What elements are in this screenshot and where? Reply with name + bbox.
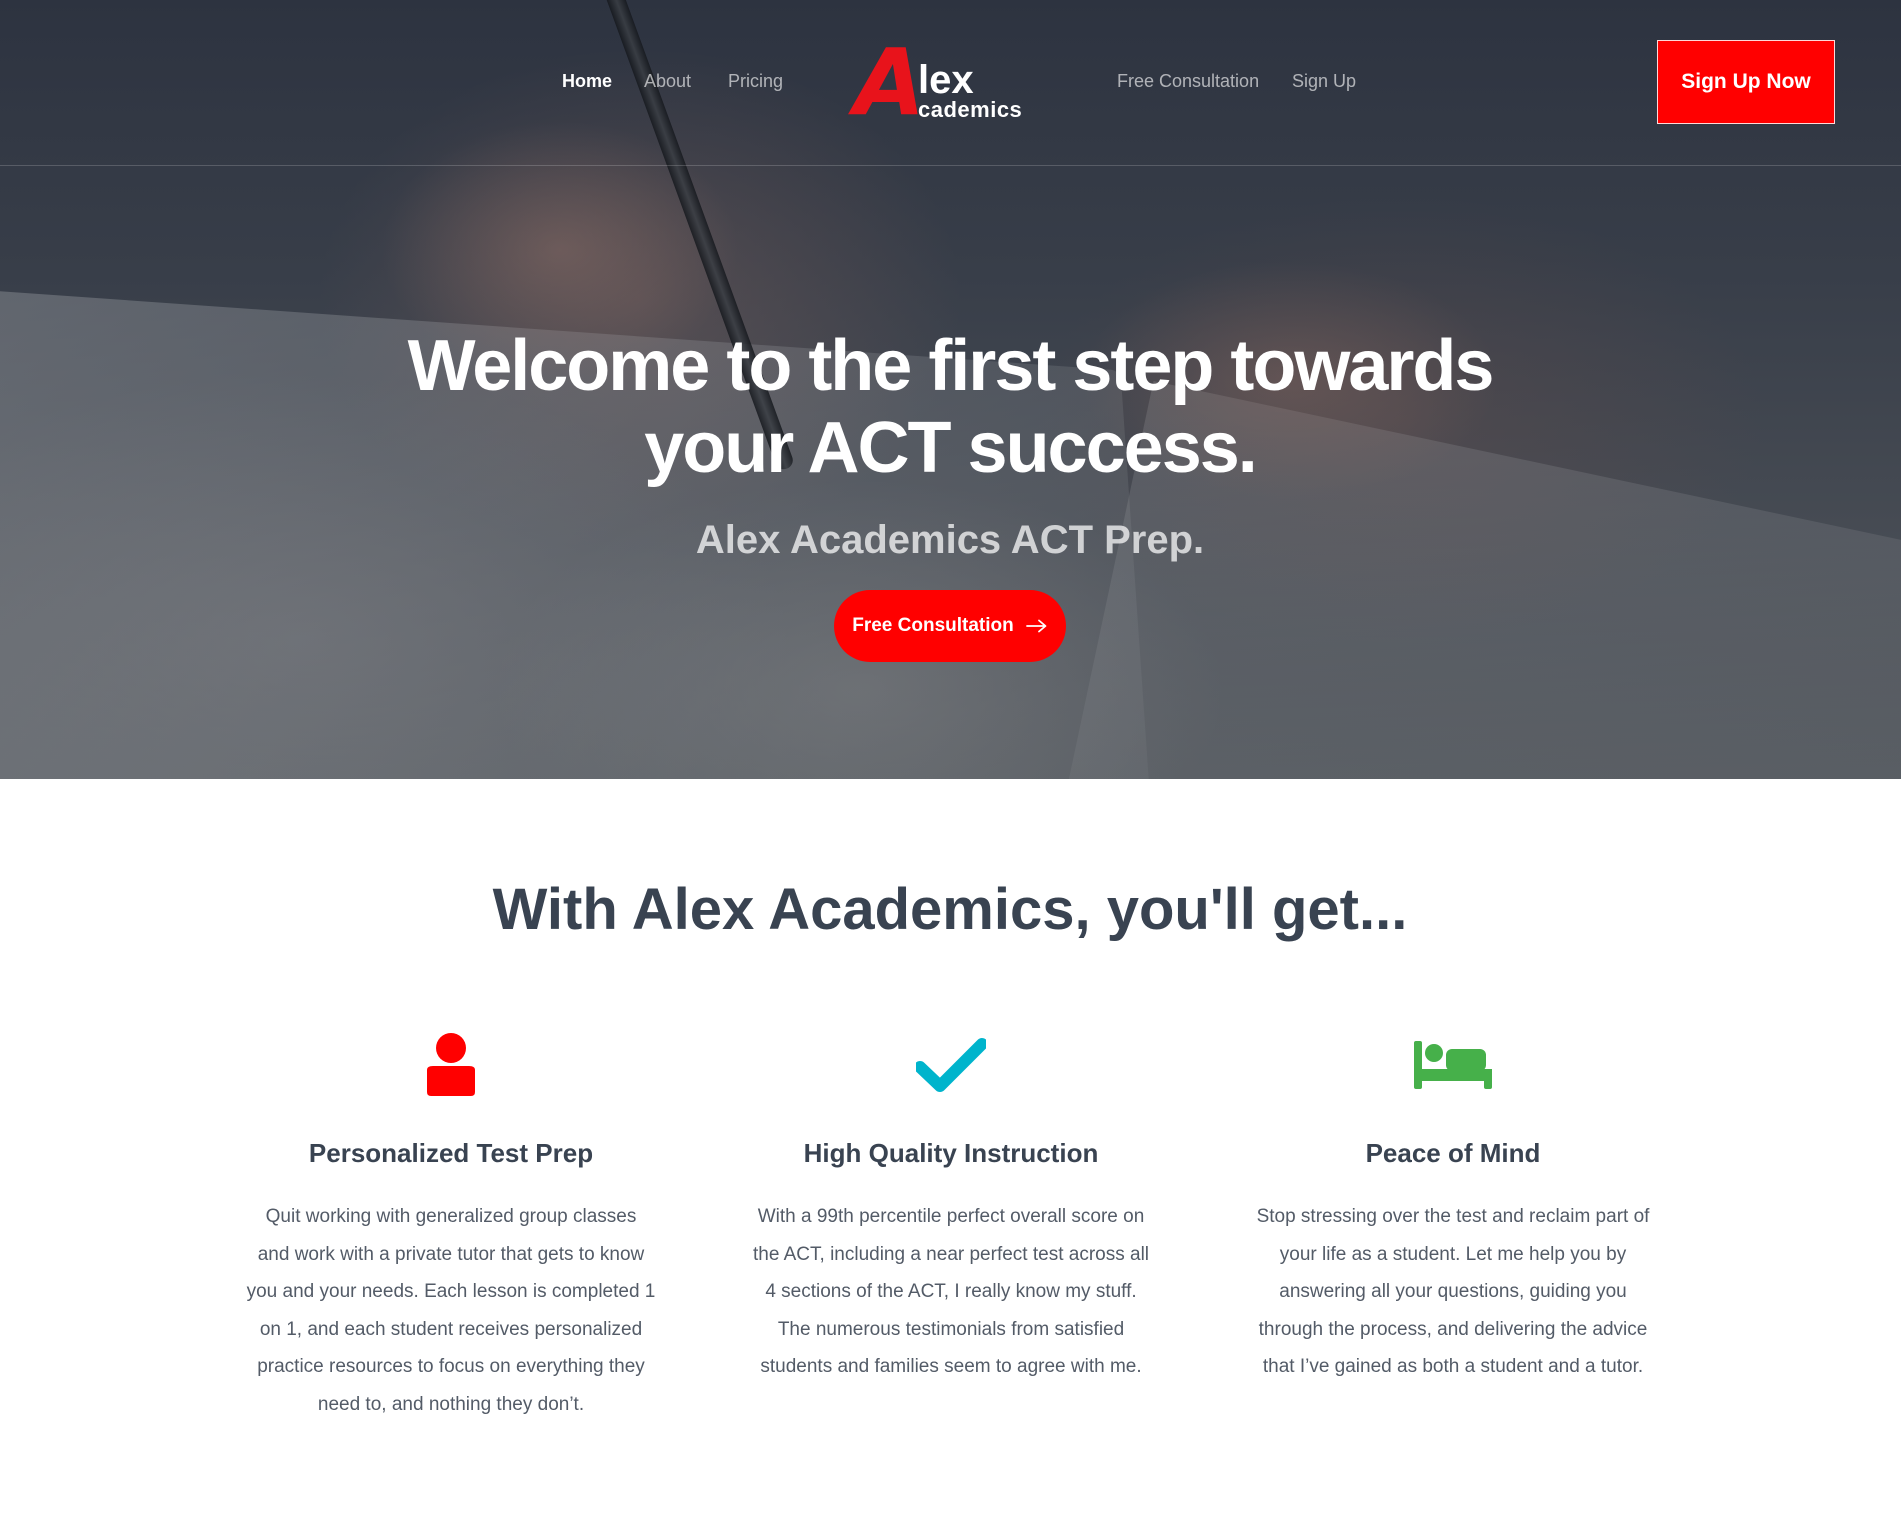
feature-peace-of-mind: Peace of Mind Stop stressing over the te…: [1243, 1030, 1663, 1386]
feature-text-line: students and families seem to agree with…: [760, 1356, 1142, 1377]
feature-text-line: Stop stressing over the test and reclaim…: [1256, 1206, 1650, 1227]
logo-text-lex: lex: [918, 58, 974, 102]
hero-title-line-1: Welcome to the first step towards: [407, 326, 1495, 406]
feature-text-line: With a 99th percentile perfect overall s…: [757, 1206, 1145, 1227]
nav-link-free-consultation[interactable]: Free Consultation: [1117, 71, 1259, 92]
feature-text-line: 4 sections of the ACT, I really know my …: [765, 1281, 1137, 1302]
feature-text-line: The numerous testimonials from satisfied: [777, 1318, 1125, 1340]
feature-text-line: and work with a private tutor that gets …: [257, 1243, 645, 1265]
feature-text-line: that I’ve gained as both a student and a…: [1262, 1356, 1644, 1377]
feature-high-quality-instruction: High Quality Instruction With a 99th per…: [741, 1030, 1161, 1386]
feature-text-line: answering all your questions, guiding yo…: [1279, 1281, 1627, 1302]
nav-link-about[interactable]: About: [644, 71, 691, 92]
feature-text-line: practice resources to focus on everythin…: [257, 1356, 645, 1377]
sign-up-now-button[interactable]: Sign Up Now: [1657, 40, 1835, 124]
free-consultation-label: Free Consultation: [852, 615, 1014, 636]
top-navigation: Home About Pricing A lex cademics Free C…: [0, 0, 1901, 166]
logo-text-cademics: cademics: [918, 97, 1023, 122]
hero-title-line-2: your ACT success.: [644, 408, 1258, 488]
feature-title: High Quality Instruction: [803, 1138, 1099, 1168]
feature-description: With a 99th percentile perfect overall s…: [741, 1198, 1161, 1386]
feature-text-line: you and your needs. Each lesson is compl…: [246, 1281, 656, 1302]
feature-text-line: through the process, and delivering the …: [1258, 1318, 1648, 1340]
nav-link-home[interactable]: Home: [562, 71, 612, 92]
feature-text-line: on 1, and each student receives personal…: [259, 1318, 643, 1340]
feature-description: Quit working with generalized group clas…: [241, 1198, 661, 1423]
checkmark-icon: [916, 1038, 986, 1092]
features-title: With Alex Academics, you'll get...: [492, 877, 1408, 942]
site-logo[interactable]: A lex cademics: [854, 29, 1024, 136]
feature-description: Stop stressing over the test and reclaim…: [1243, 1198, 1663, 1386]
user-icon: [427, 1033, 475, 1096]
nav-link-pricing[interactable]: Pricing: [728, 71, 783, 92]
feature-text-line: your life as a student. Let me help you …: [1279, 1243, 1627, 1265]
feature-text-line: Quit working with generalized group clas…: [265, 1206, 637, 1227]
feature-text-line: the ACT, including a near perfect test a…: [752, 1243, 1150, 1265]
feature-text-line: need to, and nothing they don’t.: [317, 1393, 585, 1415]
nav-link-sign-up[interactable]: Sign Up: [1292, 71, 1356, 92]
hero-subtitle: Alex Academics ACT Prep.: [695, 518, 1205, 562]
arrow-right-icon: [1025, 619, 1047, 633]
feature-title: Peace of Mind: [1365, 1138, 1541, 1168]
feature-personalized-test-prep: Personalized Test Prep Quit working with…: [241, 1030, 661, 1423]
free-consultation-button[interactable]: Free Consultation: [834, 590, 1066, 662]
bed-icon: [1414, 1041, 1492, 1089]
logo-letter-a: A: [854, 29, 926, 136]
hero-section: Home About Pricing A lex cademics Free C…: [0, 0, 1901, 779]
hero-title: Welcome to the first step towards your A…: [250, 325, 1650, 489]
feature-title: Personalized Test Prep: [308, 1138, 594, 1168]
